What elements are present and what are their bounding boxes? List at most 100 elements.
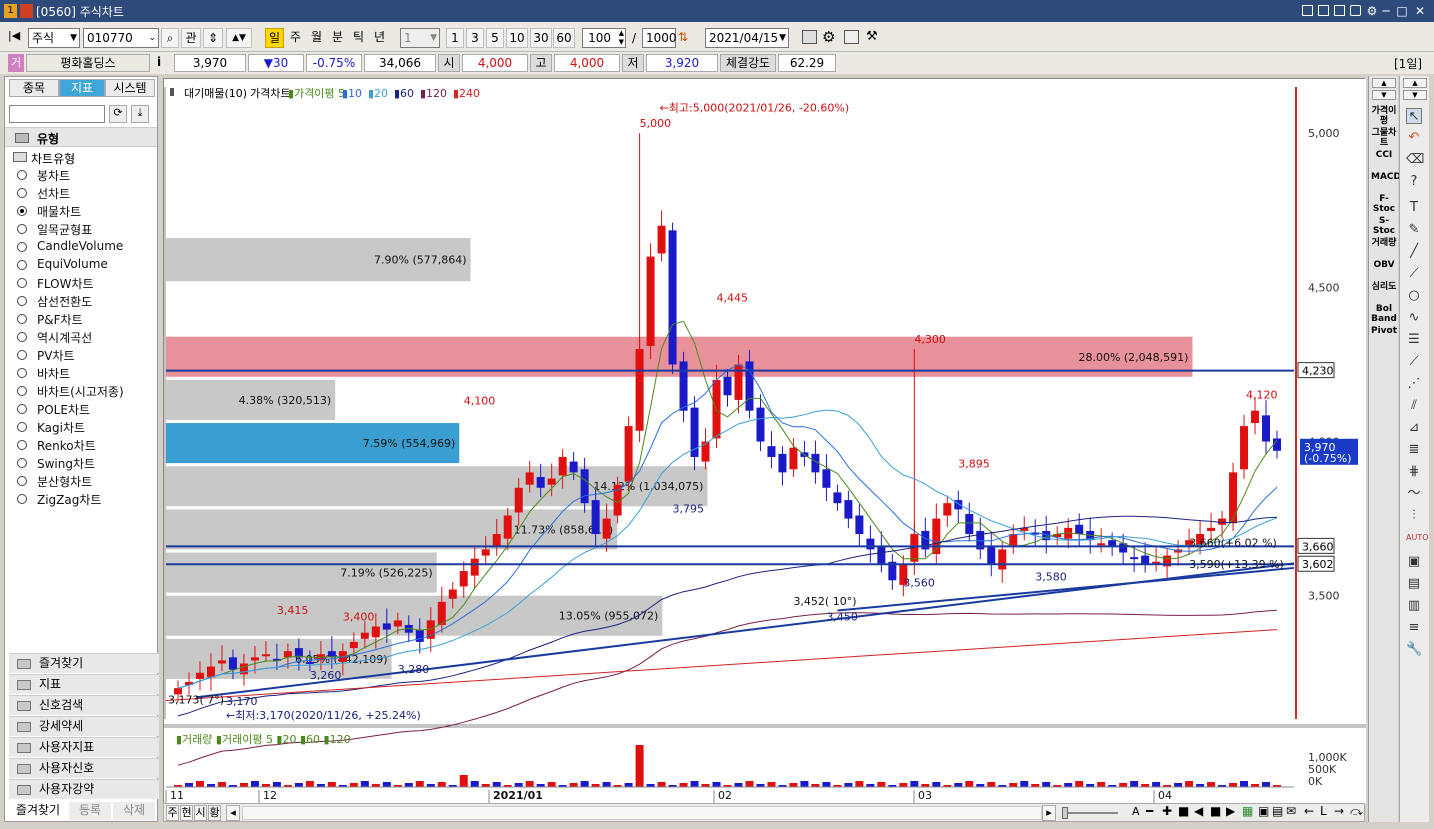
query-icon[interactable]: ⇅ xyxy=(678,30,694,46)
scroll-left-button[interactable]: ◂ xyxy=(226,805,240,821)
indicator-button[interactable]: 거래량 xyxy=(1371,238,1397,248)
period-day[interactable]: 일 xyxy=(265,28,284,48)
info-icon[interactable]: i xyxy=(157,55,161,69)
radio-icon[interactable] xyxy=(17,350,27,360)
tab-jo[interactable]: 주 xyxy=(166,805,179,821)
indicator-button[interactable]: 가격이평 xyxy=(1371,106,1397,126)
play-icon[interactable]: ▶ xyxy=(1226,804,1235,818)
maximize-button[interactable]: □ xyxy=(1394,3,1410,19)
chart-save-icon[interactable] xyxy=(802,30,817,44)
chart-type-option[interactable]: ZigZag차트 xyxy=(17,491,101,509)
zoom-out-icon[interactable]: ━ xyxy=(1146,804,1153,818)
interval-1[interactable]: 1 xyxy=(446,28,464,48)
refresh-chart-icon[interactable]: ⤼ xyxy=(1350,804,1363,819)
indicator-button[interactable]: Pivot xyxy=(1371,326,1397,336)
channel-tool-icon[interactable]: ⫽ xyxy=(1406,398,1422,414)
mail-icon[interactable]: ✉ xyxy=(1286,804,1296,818)
radio-icon[interactable] xyxy=(17,440,27,450)
refresh-icon[interactable]: ⟳ xyxy=(109,105,127,123)
group-item[interactable]: 강세약세 xyxy=(9,716,159,736)
indicator-search-input[interactable] xyxy=(9,105,105,123)
zoom-in-icon[interactable]: ✚ xyxy=(1162,804,1172,818)
indicator-button[interactable]: MACD xyxy=(1371,172,1401,182)
zoom-slider[interactable] xyxy=(1062,812,1118,814)
period-week[interactable]: 주 xyxy=(286,28,305,48)
stop-icon[interactable]: ■ xyxy=(1210,804,1221,818)
indicator-button[interactable]: F-Stoc xyxy=(1371,194,1397,214)
interval-30[interactable]: 30 xyxy=(530,28,552,48)
chart-area[interactable]: 7.90% (577,864) 28.00% (2,048,591) 4.38% (… xyxy=(163,78,1366,804)
date-select[interactable]: 2021/04/15 ▼ xyxy=(705,28,789,48)
minimize-button[interactable]: ─ xyxy=(1378,3,1394,19)
radio-icon[interactable] xyxy=(17,242,27,252)
count-input[interactable]: 1000 xyxy=(642,28,677,48)
gann-tool-icon[interactable]: ⊿ xyxy=(1406,420,1422,436)
trendline-tool-icon[interactable]: ⟋ xyxy=(1406,354,1422,370)
camera-icon[interactable] xyxy=(1350,5,1361,16)
chart-type-option[interactable]: 매물차트 xyxy=(17,203,81,221)
forward-arrow-icon[interactable]: → xyxy=(1334,804,1344,818)
horizontal-scrollbar[interactable] xyxy=(242,806,1042,820)
indicator-button[interactable]: OBV xyxy=(1371,260,1397,270)
back-arrow-icon[interactable]: ← xyxy=(1304,804,1314,818)
fibo-tool-icon[interactable]: ≣ xyxy=(1406,442,1422,458)
group-item[interactable]: 사용자지표 xyxy=(9,737,159,757)
scroll-down-button[interactable]: ▼ xyxy=(1372,90,1396,100)
list-tool-icon[interactable]: ≡ xyxy=(1406,620,1422,636)
save-screen-icon[interactable] xyxy=(1318,5,1329,16)
zoom-stepper[interactable]: 100 ▲ ▼ xyxy=(582,28,626,48)
zoom-letter-a[interactable]: A xyxy=(1132,805,1140,818)
radio-icon[interactable] xyxy=(17,260,27,270)
chart-settings-icon[interactable]: ⚙ xyxy=(822,28,835,46)
chart-tools-icon[interactable]: ⚒ xyxy=(866,29,878,44)
l-icon[interactable]: L xyxy=(1320,804,1327,818)
period-month[interactable]: 월 xyxy=(307,28,326,48)
radio-icon[interactable] xyxy=(17,368,27,378)
bottom-tab-register[interactable]: 등록 xyxy=(69,802,111,820)
radio-icon[interactable] xyxy=(17,296,27,306)
search-icon[interactable]: ⌕ xyxy=(161,28,179,48)
period-tick[interactable]: 틱 xyxy=(349,28,368,48)
chart-type-option[interactable]: Renko차트 xyxy=(17,437,96,455)
chart-type-option[interactable]: 바차트(시고저종) xyxy=(17,383,124,401)
radio-icon[interactable] xyxy=(17,188,27,198)
radio-icon[interactable] xyxy=(17,206,27,216)
auto-tool-icon[interactable]: AUTO xyxy=(1406,530,1429,546)
excel-icon[interactable]: ▦ xyxy=(1242,804,1253,818)
chart-type-option[interactable]: 바차트 xyxy=(17,365,70,383)
radio-icon[interactable] xyxy=(17,170,27,180)
radio-icon[interactable] xyxy=(17,278,27,288)
period-minute[interactable]: 분 xyxy=(328,28,347,48)
zoom-thumb[interactable] xyxy=(1062,807,1068,819)
link-toggle-icon[interactable]: ⇕ xyxy=(203,28,223,48)
help-icon[interactable]: ? xyxy=(1406,174,1422,190)
prev-icon[interactable]: ◀ xyxy=(1194,804,1203,818)
section-header[interactable]: 유형 xyxy=(5,127,157,147)
code-input[interactable]: 010770 ⌄ xyxy=(83,28,159,48)
undo-icon[interactable]: ↶ xyxy=(1406,130,1422,146)
radio-icon[interactable] xyxy=(17,386,27,396)
tab-si[interactable]: 시 xyxy=(194,805,207,821)
market-select[interactable]: 주식 ▼ xyxy=(28,28,80,48)
wrench-tool-icon[interactable]: 🔧 xyxy=(1406,642,1422,658)
interval-5[interactable]: 5 xyxy=(486,28,504,48)
tab-system[interactable]: 시스템 xyxy=(105,79,155,97)
chart-type-tree[interactable]: 차트유형 xyxy=(9,149,157,167)
download-icon[interactable]: ⤓ xyxy=(131,105,149,123)
group-item[interactable]: 지표 xyxy=(9,674,159,694)
radio-icon[interactable] xyxy=(17,422,27,432)
magnet-tool-icon[interactable]: ⫶ xyxy=(1406,508,1422,524)
chart-type-option[interactable]: P&F차트 xyxy=(17,311,83,329)
window-tool-icon[interactable]: ▣ xyxy=(1406,554,1422,570)
chart-type-option[interactable]: Swing차트 xyxy=(17,455,95,473)
chart-svg[interactable]: 7.90% (577,864) 28.00% (2,048,591) 4.38% (… xyxy=(164,79,1366,804)
circle-tool-icon[interactable]: ○ xyxy=(1406,288,1422,304)
cursor-arrow-icon[interactable]: ↖ xyxy=(1406,108,1422,124)
radio-icon[interactable] xyxy=(17,314,27,324)
chart-type-option[interactable]: FLOW차트 xyxy=(17,275,94,293)
scroll-right-button[interactable]: ▸ xyxy=(1042,805,1056,821)
interval-10[interactable]: 10 xyxy=(506,28,528,48)
period-year[interactable]: 년 xyxy=(370,28,389,48)
scroll-down-button[interactable]: ▼ xyxy=(1403,90,1427,100)
radio-icon[interactable] xyxy=(17,458,27,468)
